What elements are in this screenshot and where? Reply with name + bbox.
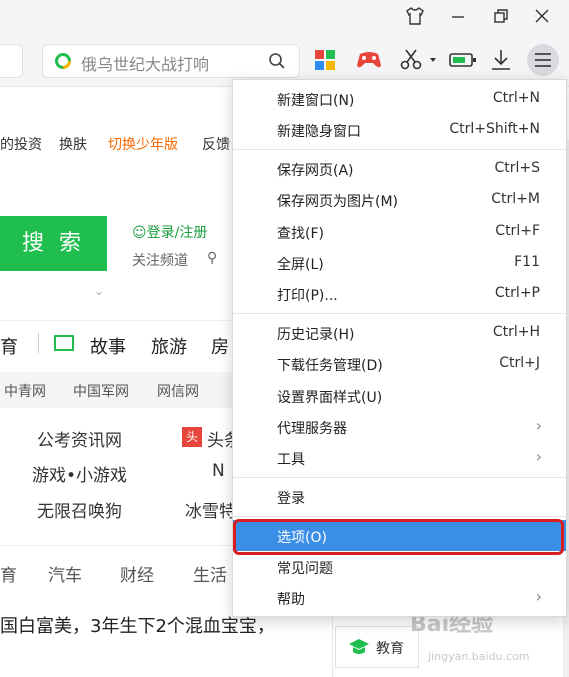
site-link[interactable]: 中国军网 [73,381,129,401]
menu-item-find[interactable]: 查找(F) Ctrl+F [233,216,566,247]
chevron-down-icon[interactable]: ⌄ [94,284,104,298]
feed-tab[interactable]: 财经 [120,561,154,586]
site-link[interactable]: 中青网 [4,381,46,401]
nav-link-invest[interactable]: 的投资 [0,134,42,154]
link-item[interactable]: N [212,461,225,481]
feed-tab[interactable]: 汽车 [48,561,82,586]
search-circle-icon: ⚲ [207,250,218,266]
close-icon[interactable] [527,0,557,34]
feed-tab[interactable]: 生活 [193,561,227,586]
screenshot-scissors-icon[interactable] [396,46,440,74]
menu-item-downloads[interactable]: 下载任务管理(D) Ctrl+J [233,348,566,379]
apps-grid-icon[interactable] [310,46,340,74]
restore-icon[interactable] [486,0,516,34]
address-bar[interactable] [0,44,23,78]
search-button[interactable]: 搜 索 [0,216,107,271]
search-placeholder: 俄乌世纪大战打响 [81,55,210,74]
battery-icon[interactable] [446,46,480,74]
menu-item-new-window[interactable]: 新建窗口(N) Ctrl+N [233,83,566,114]
nav-link-skin[interactable]: 换肤 [59,134,87,154]
nav-link-feedback[interactable]: 反馈 [202,134,230,154]
link-item[interactable]: 无限召唤狗 [37,497,122,522]
menu-item-history[interactable]: 历史记录(H) Ctrl+H [233,317,566,348]
edu-button[interactable]: 教育 [335,626,419,668]
login-link[interactable]: ☺登录/注册 [132,222,207,242]
user-icon: ☺ [132,225,147,241]
link-item[interactable]: 游戏•小游戏 [32,461,127,486]
search-input[interactable]: 俄乌世纪大战打响 [42,44,300,78]
menu-item-tools[interactable]: 工具 › [233,442,566,473]
menu-item-incognito[interactable]: 新建隐身窗口 Ctrl+Shift+N [233,114,566,145]
link-item[interactable]: 公考资讯网 [37,426,122,451]
menu-item-help[interactable]: 帮助 › [233,582,566,613]
login-label: 登录/注册 [146,225,208,241]
menu-item-fullscreen[interactable]: 全屏(L) F11 [233,247,566,278]
site-link[interactable]: 网信网 [157,381,199,401]
menu-item-login[interactable]: 登录 [233,481,566,512]
minimize-icon[interactable] [443,0,473,34]
category-house[interactable]: 房 [211,333,229,359]
game-controller-icon[interactable] [354,46,384,74]
edu-label: 教育 [376,641,404,657]
menu-item-proxy[interactable]: 代理服务器 › [233,411,566,442]
menu-item-ui-style[interactable]: 设置界面样式(U) [233,380,566,411]
watermark-url: jingyan.baidu.com [428,650,530,663]
chevron-right-icon: › [535,416,542,435]
toutiao-icon: 头 [182,427,202,447]
main-menu-button[interactable] [527,44,559,76]
hamburger-icon [535,53,551,67]
skin-shirt-icon[interactable] [400,0,430,36]
category-edu[interactable]: 育 [0,333,18,359]
download-icon[interactable] [486,46,516,74]
graduation-cap-icon [349,639,369,654]
feed-tab[interactable]: 育 [0,561,17,586]
title-bar [0,0,569,32]
story-icon [54,335,74,351]
chevron-right-icon: › [535,447,542,466]
category-travel[interactable]: 旅游 [151,333,187,359]
menu-item-print[interactable]: 打印(P)... Ctrl+P [233,278,566,309]
link-item[interactable]: 冰雪特 [185,497,236,522]
chevron-right-icon: › [535,587,542,606]
nav-link-youth[interactable]: 切换少年版 [108,134,178,154]
category-story[interactable]: 故事 [90,333,126,359]
menu-item-faq[interactable]: 常见问题 [233,551,566,582]
menu-item-save-as-image[interactable]: 保存网页为图片(M) Ctrl+M [233,184,566,215]
annotation-highlight-box [233,519,564,555]
follow-channel-link[interactable]: 关注频道 [132,250,188,270]
search-engine-icon [55,53,71,69]
menu-item-save-page[interactable]: 保存网页(A) Ctrl+S [233,153,566,184]
magnifier-icon[interactable] [268,52,286,70]
